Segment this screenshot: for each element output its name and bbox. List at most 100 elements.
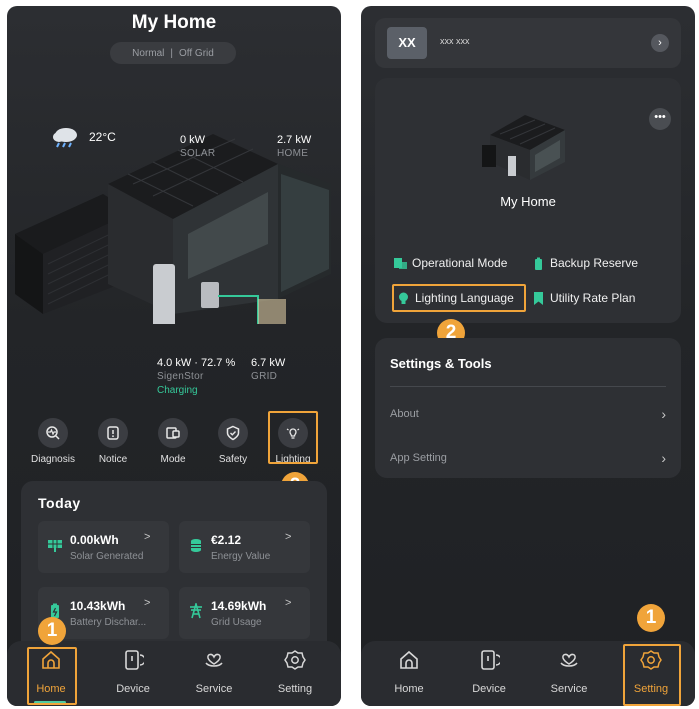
cloud-rain-icon [53,128,77,148]
nav-label: Service [195,683,233,695]
battery-stat: 4.0 kW · 72.7 % SigenStor Charging [157,356,235,398]
solar-label: SOLAR [180,148,216,159]
tile-label: Solar Generated [70,551,144,562]
home-nav-highlight [27,647,77,705]
tile-value: €2.12 [211,533,242,547]
tile-value: 0.00kWh [70,533,119,547]
qa-label: Mode [160,454,186,465]
nav-device[interactable]: Device [459,649,519,695]
more-icon[interactable]: ••• [649,108,671,130]
nav-label: Home [394,683,424,695]
today-title: Today [38,495,81,511]
home-label: HOME [277,148,309,159]
chevron-right-icon: › [661,406,666,422]
page-title: My Home [131,12,217,33]
tile-arrow: > [144,531,151,543]
setting-nav-highlight [623,644,681,706]
settings-screen: XX xxx xxx › ••• My Home Operational Mod… [361,6,695,706]
gear-icon [284,650,306,670]
weather-widget: 22°C [51,126,116,148]
mode-offgrid: Off Grid [179,47,214,59]
solar-panel-icon [48,540,62,552]
mode-separator: | [170,47,173,59]
tile-grid-usage[interactable]: 14.69kWh Grid Usage > [179,587,310,639]
settings-tools-card: Settings & Tools About › App Setting › [375,338,681,478]
step-badge-1: 1 [637,604,665,632]
mode-icon [166,427,180,439]
feature-label: Utility Rate Plan [550,291,636,305]
grid-stat: 6.7 kW GRID [251,356,285,384]
tile-energy-value[interactable]: €2.12 Energy Value > [179,521,310,573]
home-icon [400,650,418,669]
feature-label: Operational Mode [412,256,508,270]
home-name: My Home [500,194,556,209]
battery-value: 4.0 kW · 72.7 % [157,357,236,369]
nav-label: Device [472,683,506,695]
device-icon [125,650,146,670]
notice-icon [107,426,119,440]
nav-label: Setting [277,683,313,695]
grid-label: GRID [251,371,278,382]
feature-utility-rate-plan[interactable]: Utility Rate Plan [532,291,635,305]
qa-label: Diagnosis [31,454,75,465]
nav-home[interactable]: Home [379,649,439,695]
home-value: 2.7 kW [277,134,312,146]
bookmark-icon [534,291,543,305]
power-tower-icon [190,603,202,619]
grid-value: 6.7 kW [251,357,286,369]
row-label: App Setting [390,452,447,464]
nav-service[interactable]: Service [539,649,599,695]
home-screen: My Home Normal | Off Grid 22°C 0 kW SOLA… [7,6,341,706]
chevron-right-icon[interactable]: › [651,34,669,52]
heart-hand-icon [560,653,578,667]
tile-solar-generated[interactable]: 0.00kWh Solar Generated > [38,521,169,573]
house-thumbnail-icon [482,115,565,180]
user-name: xxx xxx [440,36,470,46]
solar-stat: 0 kW SOLAR [180,133,215,161]
tile-value: 14.69kWh [211,599,267,613]
tile-label: Battery Dischar... [70,617,147,628]
qa-notice[interactable]: Notice [83,418,143,465]
tile-label: Energy Value [211,551,271,562]
qa-diagnosis[interactable]: Diagnosis [23,418,83,465]
tile-arrow: > [144,597,151,609]
shield-icon [226,425,240,441]
heart-hand-icon [205,653,223,667]
tile-arrow: > [285,531,292,543]
solar-value: 0 kW [180,134,206,146]
lighting-highlight [268,411,318,464]
avatar: XX [387,27,427,59]
divider [390,386,666,387]
settings-title: Settings & Tools [390,356,492,371]
settings-row-about[interactable]: About › [390,406,666,422]
nav-label: Device [116,683,150,695]
lighting-language-highlight [392,284,526,312]
nav-device[interactable]: Device [103,649,163,695]
tile-label: Grid Usage [211,617,262,628]
nav-service[interactable]: Service [184,649,244,695]
user-profile-card[interactable]: XX xxx xxx › [375,18,681,68]
battery-status: Charging [157,385,198,396]
coins-icon [191,539,201,552]
feature-label: Backup Reserve [550,256,639,270]
battery-label: SigenStor [157,371,204,382]
qa-safety[interactable]: Safety [203,418,263,465]
mode-status-pill[interactable]: Normal | Off Grid [110,42,236,64]
row-label: About [390,408,419,420]
operational-mode-icon [394,257,407,269]
feature-operational-mode[interactable]: Operational Mode [394,256,507,270]
settings-row-app-setting[interactable]: App Setting › [390,450,666,466]
feature-backup-reserve[interactable]: Backup Reserve [532,256,638,270]
qa-label: Notice [98,454,128,465]
qa-mode[interactable]: Mode [143,418,203,465]
mode-normal: Normal [132,47,165,59]
diagnosis-icon [46,426,60,440]
nav-setting[interactable]: Setting [265,649,325,695]
device-icon [481,650,502,670]
temperature: 22°C [89,130,116,144]
battery-icon [535,257,542,270]
qa-label: Safety [218,454,248,465]
tile-value: 10.43kWh [70,599,126,613]
nav-label: Service [550,683,588,695]
home-stat: 2.7 kW HOME [277,133,311,161]
